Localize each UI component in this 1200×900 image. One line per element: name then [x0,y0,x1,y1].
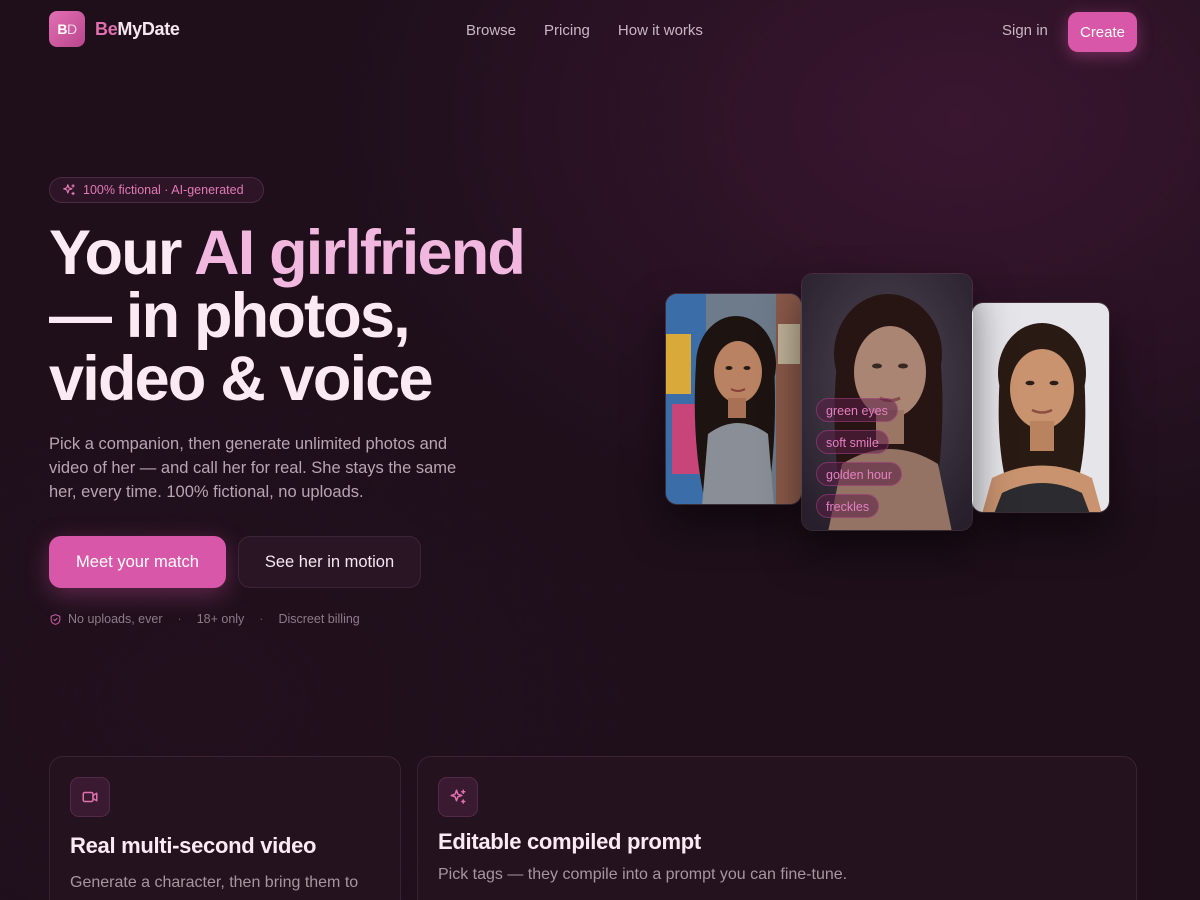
tag-chip[interactable]: green eyes [816,398,898,422]
fictional-badge: 100% fictional · AI-generated [49,177,264,203]
shield-check-icon [50,613,61,625]
trust-no-uploads-label: No uploads, ever [68,612,163,626]
see-her-in-motion-button[interactable]: See her in motion [238,536,421,588]
companion-photo-1[interactable] [665,293,802,505]
trust-discreet-billing: Discreet billing [278,612,360,626]
feature-icon-box [70,777,110,817]
feature-icon-box [438,777,478,817]
trust-row: No uploads, ever · 18+ only · Discreet b… [49,612,360,626]
fictional-badge-label: 100% fictional · AI-generated [83,183,244,197]
feature-description: Generate a character, then bring them to [70,874,359,891]
feature-card-video: Real multi-second video Generate a chara… [49,756,401,900]
headline-part-2: — in photos, [49,281,411,351]
logo-text-rest: MyDate [117,18,180,39]
feature-title: Editable compiled prompt [438,829,701,854]
trust-no-uploads: No uploads, ever [49,612,163,626]
hero-subtitle: Pick a companion, then generate unlimite… [49,435,457,501]
feature-card-prompt: Editable compiled prompt Pick tags — the… [417,756,1137,900]
logo-badge-b: B [57,21,67,37]
headline-part-3: video & voice [49,344,434,414]
trust-18-plus: 18+ only [196,612,245,626]
logo[interactable]: BD BeMyDate [49,11,180,47]
top-nav: BD BeMyDate Browse Pricing How it works … [0,0,1200,62]
sparkles-icon [63,184,75,196]
trust-separator: · [177,612,182,626]
logo-text: BeMyDate [95,19,180,40]
sign-in-link[interactable]: Sign in [1002,22,1048,39]
logo-text-be: Be [95,18,118,39]
headline-accent: AI girlfriend [194,218,526,288]
tag-chip[interactable]: golden hour [816,462,903,486]
nav-link-browse[interactable]: Browse [466,22,516,39]
nav-links: Browse Pricing How it works [466,22,703,39]
headline-part-1: Your [49,218,194,288]
nav-link-pricing[interactable]: Pricing [544,22,590,39]
hero-headline: Your AI girlfriend — in photos, video & … [49,222,569,411]
video-icon [82,791,98,803]
nav-link-how-it-works[interactable]: How it works [618,22,703,39]
feature-title: Real multi-second video [70,833,317,858]
logo-badge-d: D [67,21,77,37]
tag-chip[interactable]: soft smile [816,430,889,454]
create-button[interactable]: Create [1068,12,1137,52]
tag-chip[interactable]: freckles [816,494,880,518]
logo-badge: BD [49,11,85,47]
companion-photo-3[interactable] [971,302,1110,513]
sparkles-icon [450,789,466,804]
feature-description: Pick tags — they compile into a prompt y… [438,866,848,883]
tag-list: green eyes soft smile golden hour freckl… [816,398,903,518]
meet-your-match-button[interactable]: Meet your match [49,536,226,588]
trust-separator: · [259,612,264,626]
